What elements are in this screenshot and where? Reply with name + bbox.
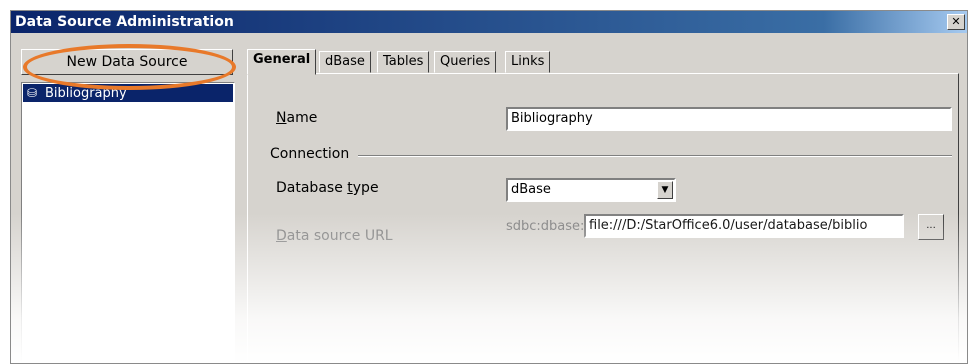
database-type-value: dBase [511,182,551,197]
browse-button[interactable]: ... [918,214,944,240]
general-tab-panel: Name Bibliography Connection Database ty… [247,73,959,363]
name-field[interactable]: Bibliography [506,107,952,131]
close-icon: ✕ [951,15,961,28]
data-source-label: Bibliography [45,86,127,101]
data-source-url-field[interactable]: file:///D:/StarOffice6.0/user/database/b… [584,214,904,238]
url-prefix: sdbc:dbase: [506,216,585,238]
connection-group-label: Connection [270,146,350,162]
dialog-window: Data Source Administration ✕ New Data So… [10,10,968,364]
title-bar[interactable]: Data Source Administration ✕ [11,11,967,33]
close-button[interactable]: ✕ [947,14,965,30]
name-label: Name [276,110,318,126]
connection-group-divider [358,155,952,157]
data-source-list[interactable]: ⛁ Bibliography [21,82,235,363]
database-icon: ⛁ [27,86,38,100]
tab-tables[interactable]: Tables [377,51,430,73]
new-data-source-button[interactable]: New Data Source [21,49,233,75]
database-type-label: Database type [276,180,379,196]
tab-queries[interactable]: Queries [434,51,497,73]
data-source-item-bibliography[interactable]: ⛁ Bibliography [23,84,233,102]
window-title: Data Source Administration [15,14,234,30]
tab-links[interactable]: Links [505,51,551,73]
tab-general[interactable]: General [247,49,317,75]
chevron-down-icon[interactable]: ▼ [657,181,673,199]
tab-dbase[interactable]: dBase [319,51,371,73]
database-type-select[interactable]: dBase ▼ [506,178,676,202]
data-source-url-label: Data source URL [276,228,393,244]
